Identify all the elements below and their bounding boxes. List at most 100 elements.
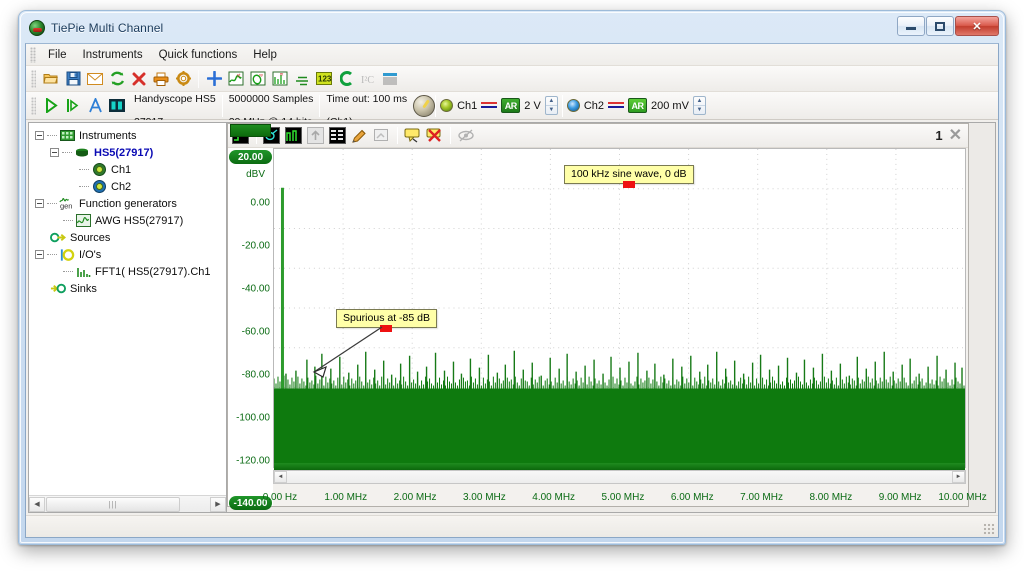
play-triangle-icon[interactable] — [40, 95, 62, 117]
tree-item-label: Ch1 — [111, 164, 131, 176]
graph-close-icon[interactable]: ✕ — [949, 128, 962, 144]
menu-quick-functions[interactable]: Quick functions — [151, 46, 246, 64]
graph-scroll-left-arrow-icon[interactable]: ◄ — [274, 471, 287, 483]
y-axis-top-badge[interactable]: 20.00 — [229, 150, 272, 164]
expander-icon[interactable] — [35, 131, 44, 140]
ch2-label: Ch2 — [584, 100, 604, 112]
y-tick-label: -20.00 — [242, 241, 270, 252]
zoom-region-icon[interactable] — [371, 126, 392, 146]
fft-graph-window: 1 ✕ 20.00 dBV 0.00 -20.00 — [227, 123, 969, 507]
status-bar — [26, 515, 998, 537]
menu-file[interactable]: File — [40, 46, 75, 64]
menu-instruments[interactable]: Instruments — [75, 46, 151, 64]
x-tick-label: 6.00 MHz — [671, 492, 714, 503]
tree-item-hs5[interactable]: HS5(27917) — [33, 144, 226, 161]
resize-grip-icon[interactable] — [983, 523, 995, 535]
export-up-icon[interactable] — [305, 126, 326, 146]
graph-toolbar-separator — [397, 127, 398, 144]
pencil-edit-icon[interactable] — [349, 126, 370, 146]
tree-connector — [47, 203, 57, 204]
ch2-autorange-badge[interactable]: AR — [628, 98, 647, 113]
tree-item-ios[interactable]: I/O's — [33, 246, 226, 263]
annotation-spurious-text: Spurious at -85 dB — [343, 312, 430, 324]
samples-count: 5000000 Samples — [229, 93, 314, 105]
tree-item-label: Sources — [70, 232, 110, 244]
tree-item-function-generators[interactable]: gen Function generators — [33, 195, 226, 212]
tree-horizontal-scrollbar[interactable]: ◀ ||| ▶ — [29, 495, 226, 512]
window-client-area: File Instruments Quick functions Help — [25, 43, 999, 538]
instruments-icon — [59, 129, 75, 143]
tree-connector — [47, 254, 57, 255]
ch1-autorange-badge[interactable]: AR — [501, 98, 520, 113]
ch1-range-stepper[interactable]: ▲▼ — [545, 96, 558, 115]
scroll-right-arrow-icon[interactable]: ▶ — [210, 497, 226, 512]
expander-icon[interactable] — [35, 199, 44, 208]
spectrum-plot-area[interactable]: 100 kHz sine wave, 0 dB Spurious at -85 … — [273, 148, 966, 468]
tree-item-ch2[interactable]: Ch2 — [33, 178, 226, 195]
main-area: Instruments HS5(27917) — [26, 120, 998, 515]
tree-connector — [79, 186, 89, 187]
ch1-range-value: 2 V — [524, 100, 541, 112]
menu-help[interactable]: Help — [245, 46, 285, 64]
single-shot-icon[interactable] — [62, 95, 84, 117]
channels-icon[interactable] — [106, 95, 128, 117]
application-window: TiePie Multi Channel ✕ File Instruments … — [18, 10, 1006, 545]
tree-item-sinks[interactable]: Sinks — [33, 280, 226, 297]
y-axis-unit-label: dBV — [246, 169, 265, 180]
auto-a-icon[interactable] — [84, 95, 106, 117]
status-toolbar-grip[interactable] — [31, 97, 36, 115]
annotation-spurious[interactable]: Spurious at -85 dB — [336, 309, 437, 328]
add-note-icon[interactable] — [402, 126, 423, 146]
tree-item-awg[interactable]: AWG HS5(27917) — [33, 212, 226, 229]
y-tick-label: -100.00 — [236, 413, 270, 424]
gen-icon: gen — [59, 197, 75, 211]
annotation-marker — [623, 181, 635, 188]
x-axis: 0.00 Hz 1.00 MHz 2.00 MHz 3.00 MHz 4.00 … — [273, 484, 966, 506]
annotation-fundamental[interactable]: 100 kHz sine wave, 0 dB — [564, 165, 694, 184]
ch1-led-icon — [91, 163, 107, 177]
tree-item-fft1[interactable]: FFT1( HS5(27917).Ch1 — [33, 263, 226, 280]
mail-envelope-icon[interactable] — [84, 68, 106, 90]
tree-item-instruments[interactable]: Instruments — [33, 127, 226, 144]
menu-drag-grip[interactable] — [30, 47, 36, 63]
close-button[interactable]: ✕ — [955, 16, 999, 36]
menu-bar: File Instruments Quick functions Help — [26, 44, 998, 66]
object-tree-panel: Instruments HS5(27917) — [28, 122, 226, 513]
object-tree[interactable]: Instruments HS5(27917) — [29, 123, 226, 495]
expander-icon[interactable] — [35, 250, 44, 259]
dc-coupling-icon[interactable] — [608, 101, 624, 111]
ch2-range-stepper[interactable]: ▲▼ — [693, 96, 706, 115]
maximize-button[interactable] — [926, 16, 954, 36]
tree-item-sources[interactable]: Sources — [33, 229, 226, 246]
save-disk-icon[interactable] — [62, 68, 84, 90]
tree-item-ch1[interactable]: Ch1 — [33, 161, 226, 178]
trigger-knob-icon[interactable] — [413, 95, 435, 117]
minimize-button[interactable] — [897, 16, 925, 36]
peak-search-icon[interactable] — [283, 126, 304, 146]
hide-eye-icon[interactable] — [455, 126, 476, 146]
toolbar-drag-grip[interactable] — [31, 70, 36, 88]
ch2-led-icon[interactable] — [567, 99, 580, 112]
device-name: Handyscope HS5 — [134, 93, 216, 105]
refresh-arrows-icon[interactable] — [106, 68, 128, 90]
expander-icon[interactable] — [50, 148, 59, 157]
y-tick-label: 0.00 — [251, 198, 270, 209]
window-title: TiePie Multi Channel — [51, 21, 163, 35]
graph-scroll-right-arrow-icon[interactable]: ► — [952, 471, 965, 483]
fft-icon — [75, 265, 91, 279]
x-tick-label: 10.00 MHz — [938, 492, 986, 503]
ch1-led-icon[interactable] — [440, 99, 453, 112]
dc-coupling-icon[interactable] — [481, 101, 497, 111]
scroll-left-arrow-icon[interactable]: ◀ — [29, 497, 45, 512]
annotation-leader-line — [274, 149, 965, 467]
tree-item-label: Function generators — [79, 198, 177, 210]
channel-level-bar[interactable] — [230, 124, 271, 137]
window-controls: ✕ — [897, 16, 999, 36]
title-bar: TiePie Multi Channel ✕ — [21, 13, 1003, 43]
graph-horizontal-scrollbar[interactable]: ◄ ► — [273, 470, 966, 484]
y-tick-label: -40.00 — [242, 284, 270, 295]
table-values-icon[interactable] — [327, 126, 348, 146]
open-folder-icon[interactable] — [40, 68, 62, 90]
delete-note-icon[interactable] — [424, 126, 445, 146]
scroll-thumb[interactable]: ||| — [46, 497, 180, 512]
